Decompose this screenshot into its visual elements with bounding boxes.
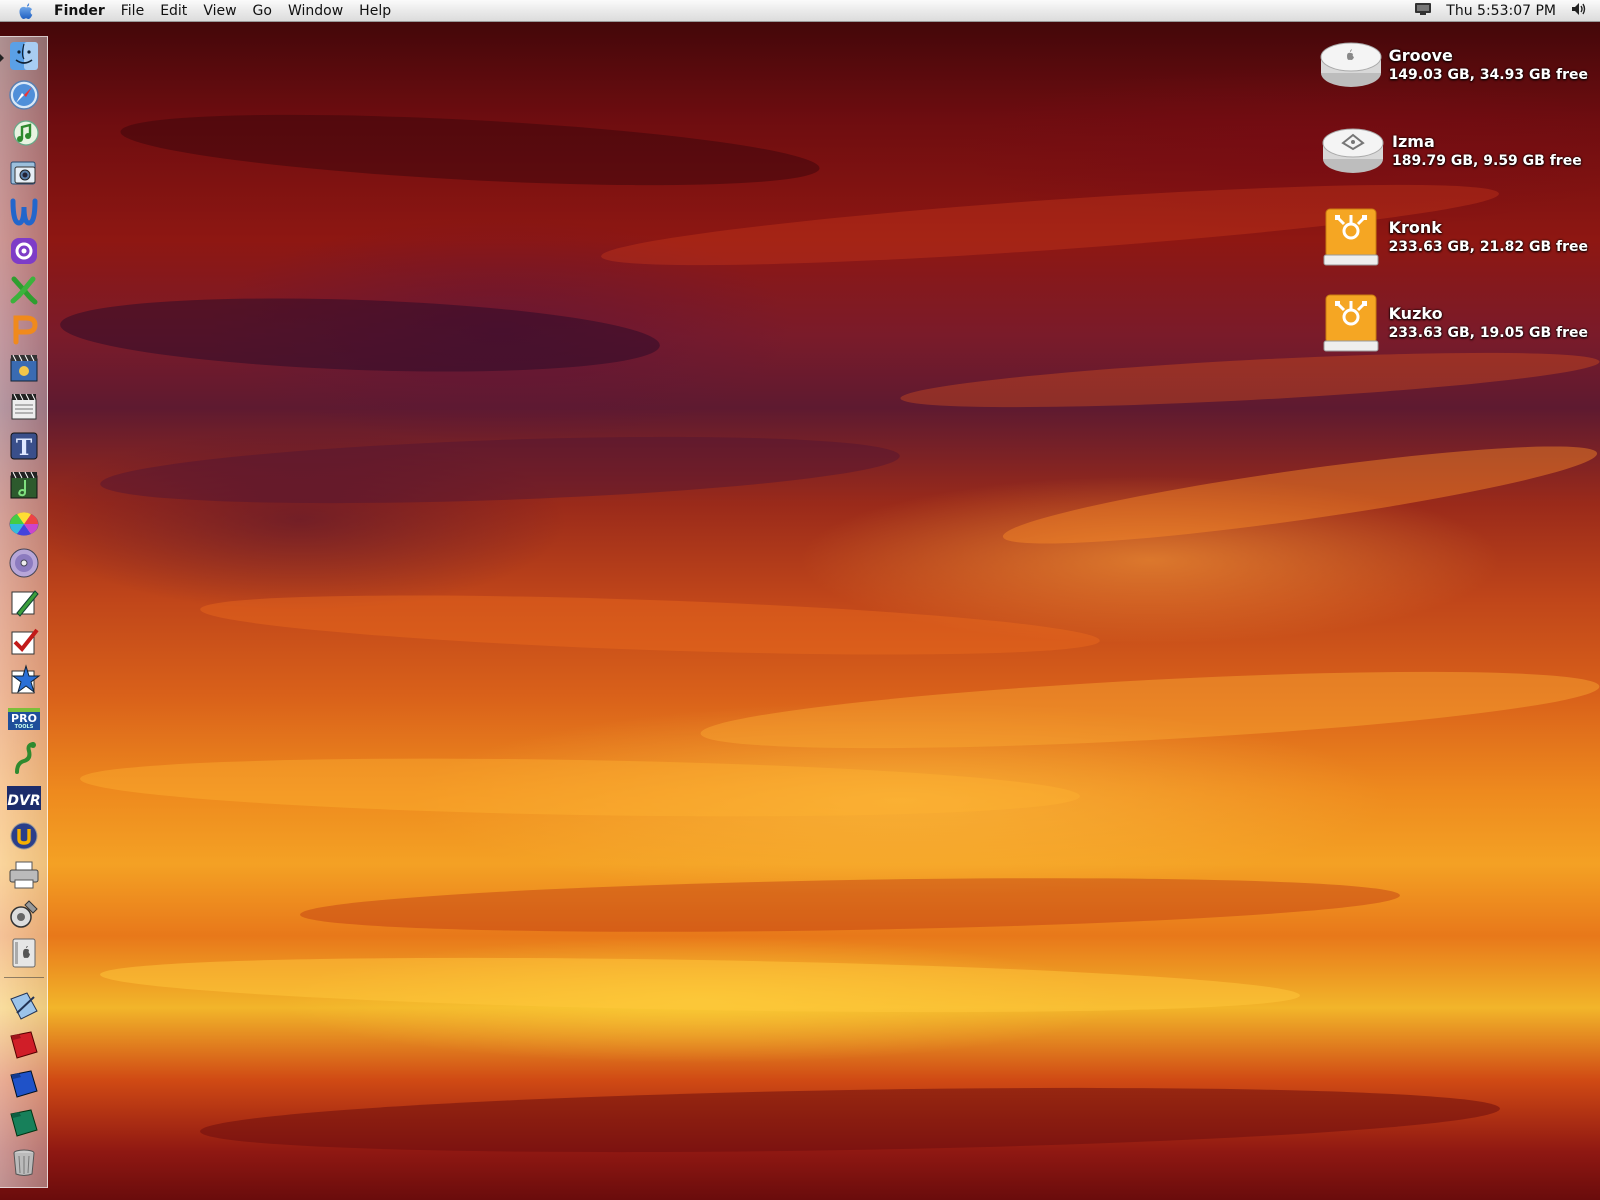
dock: T PRO TOOLS DVR [0,36,48,1188]
finder-icon[interactable] [5,39,43,73]
documents-folder-icon[interactable] [5,989,43,1023]
utility-icon[interactable] [5,897,43,931]
firewire-drive-icon [1318,202,1385,272]
printer-icon[interactable] [5,858,43,892]
volume-kronk[interactable]: Kronk 233.63 GB, 21.82 GB free [1318,202,1588,272]
dvd-studio-pro-icon[interactable] [5,546,43,580]
livetype-letter: T [16,435,33,461]
unreal-icon[interactable] [5,819,43,853]
imovie-icon[interactable] [5,351,43,385]
livetype-icon[interactable]: T [5,429,43,463]
volume-name: Groove [1388,46,1453,65]
iphoto-icon[interactable] [5,156,43,190]
microsoft-word-icon[interactable] [5,195,43,229]
trash-icon[interactable] [5,1145,43,1179]
menu-bar: Finder File Edit View Go Window Help Thu… [0,0,1600,22]
menu-finder[interactable]: Finder [50,0,113,22]
system-preferences-icon[interactable] [5,936,43,970]
soundtrack-icon[interactable] [5,468,43,502]
blue-folder-icon[interactable] [5,1067,43,1101]
microsoft-powerpoint-icon[interactable] [5,312,43,346]
snake-app-icon[interactable] [5,741,43,775]
dock-separator [4,977,44,978]
volume-info: 189.79 GB, 9.59 GB free [1392,153,1582,169]
pro-tools-icon[interactable]: PRO TOOLS [5,702,43,736]
apple-menu-icon[interactable] [16,1,36,21]
volume-info: 233.63 GB, 19.05 GB free [1388,325,1588,341]
display-icon[interactable] [1414,2,1432,20]
volume-info: 233.63 GB, 21.82 GB free [1388,239,1588,255]
microsoft-excel-icon[interactable] [5,273,43,307]
pen-app-icon[interactable] [5,585,43,619]
color-wheel-icon[interactable] [5,507,43,541]
internal-hard-disk-icon [1318,30,1385,100]
pro-tools-sublabel: TOOLS [15,724,34,730]
itunes-icon[interactable] [5,117,43,151]
volume-izma[interactable]: Izma 189.79 GB, 9.59 GB free [1318,116,1588,186]
volume-name: Kronk [1388,218,1442,237]
menu-go[interactable]: Go [245,0,280,22]
volume-name: Izma [1392,132,1435,151]
menu-window[interactable]: Window [280,0,351,22]
volume-kuzko[interactable]: Kuzko 233.63 GB, 19.05 GB free [1318,288,1588,358]
menu-edit[interactable]: Edit [152,0,195,22]
final-cut-icon[interactable] [5,390,43,424]
star-app-icon[interactable] [5,663,43,697]
internal-hard-disk-icon [1318,116,1388,186]
menu-view[interactable]: View [195,0,244,22]
running-indicator [0,54,4,62]
dvr-icon[interactable]: DVR [5,780,43,814]
dvr-label: DVR [7,793,40,809]
menu-help[interactable]: Help [351,0,399,22]
microsoft-entourage-icon[interactable] [5,234,43,268]
safari-icon[interactable] [5,78,43,112]
volume-icon[interactable] [1570,2,1588,20]
menu-file[interactable]: File [113,0,152,22]
checkmark-app-icon[interactable] [5,624,43,658]
green-folder-icon[interactable] [5,1106,43,1140]
firewire-drive-icon [1318,288,1385,358]
volume-name: Kuzko [1388,304,1443,323]
volume-info: 149.03 GB, 34.93 GB free [1388,67,1588,83]
red-folder-icon[interactable] [5,1028,43,1062]
menubar-clock[interactable]: Thu 5:53:07 PM [1446,3,1556,19]
volume-groove[interactable]: Groove 149.03 GB, 34.93 GB free [1318,30,1588,100]
